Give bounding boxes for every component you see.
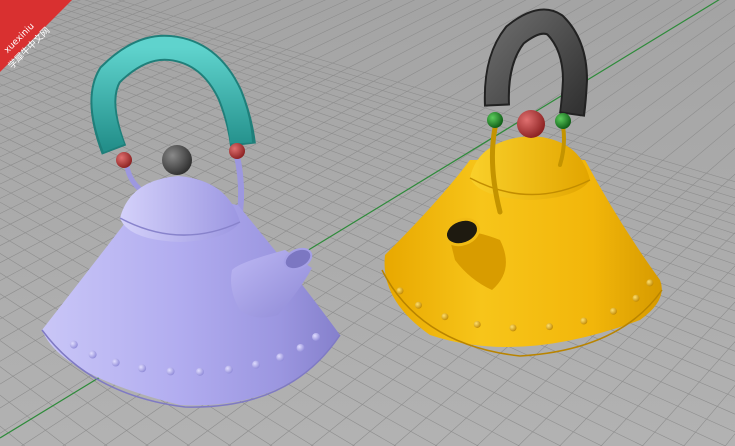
rivet — [473, 320, 481, 328]
rivet — [296, 344, 305, 353]
rivet — [88, 350, 97, 359]
rivet — [646, 279, 654, 287]
rivet — [609, 307, 617, 315]
lavender-kettle-right-joint — [229, 143, 245, 159]
yellow-kettle-left-joint — [487, 112, 503, 128]
rivet — [414, 301, 422, 309]
rivet — [580, 317, 588, 325]
rhino-perspective-viewport[interactable]: xuexiniu 学犀牛中文网 — [0, 0, 735, 446]
rivet — [509, 324, 517, 332]
rivet — [441, 313, 449, 321]
rivet — [111, 358, 120, 367]
viewport-canvas[interactable]: xuexiniu 学犀牛中文网 — [0, 0, 735, 446]
rivet — [69, 340, 78, 349]
rivet — [251, 360, 260, 369]
lavender-kettle-lid-knob[interactable] — [162, 145, 192, 175]
rivet — [195, 367, 204, 376]
rivet — [632, 294, 640, 302]
rivet — [545, 323, 553, 331]
rivet — [166, 367, 175, 376]
rivet — [276, 353, 285, 362]
rivet — [224, 365, 233, 374]
rivet — [312, 332, 321, 341]
yellow-kettle-right-joint — [555, 113, 571, 129]
rivet — [138, 364, 147, 373]
yellow-kettle-lid-knob[interactable] — [517, 110, 545, 138]
rivet — [396, 287, 404, 295]
lavender-kettle-left-joint — [116, 152, 132, 168]
